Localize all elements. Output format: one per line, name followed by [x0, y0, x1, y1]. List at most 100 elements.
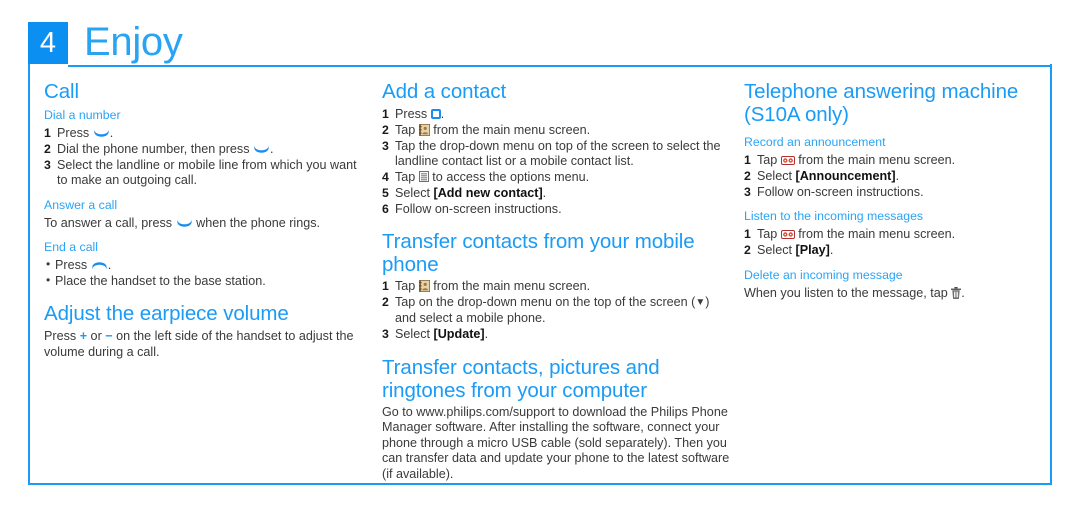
steps-add-a-contact: 1 Press . 2 Tap from the main menu screen.…: [382, 107, 730, 217]
answer-text-tail: when the phone rings.: [192, 215, 321, 230]
column-call: Call Dial a number 1 Press . 2 Dial the ph…: [30, 64, 382, 485]
bullet-dot: •: [46, 272, 51, 287]
subheading-dial-a-number: Dial a number: [44, 108, 121, 122]
paragraph-answer-a-call: To answer a call, press when the phone r…: [44, 216, 368, 231]
list-item: 3 Tap the drop-down menu on top of the sc…: [382, 139, 730, 170]
list-item: 1 Tap from the main menu screen.: [744, 227, 1042, 242]
step-text: Follow on-screen instructions.: [395, 201, 562, 216]
content-frame: Call Dial a number 1 Press . 2 Dial the ph…: [28, 64, 1052, 485]
heading-add-a-contact: Add a contact: [382, 80, 507, 103]
paragraph-delete-message: When you listen to the message, tap .: [744, 286, 1042, 301]
list-item: 2 Select [Play].: [744, 243, 1042, 258]
heading-call: Call: [44, 80, 79, 103]
subheading-answer-a-call: Answer a call: [44, 197, 118, 212]
step-text-tail: from the main menu screen.: [429, 279, 591, 294]
step-text: Tap: [757, 153, 781, 167]
delete-text: When you listen to the message, tap: [744, 285, 952, 300]
step-text: Press: [57, 126, 93, 140]
paragraph-transfer-from-computer: Go to www.philips.com/support to downloa…: [382, 404, 730, 481]
list-item: 1 Press .: [44, 126, 368, 141]
step-text-tail: .: [829, 243, 834, 258]
list-item: 2 Dial the phone number, then press .: [44, 142, 368, 157]
answering-machine-icon: [780, 228, 795, 240]
step-text-tail: .: [542, 186, 547, 201]
step-text: Tap on the drop-down menu on the top of …: [395, 295, 696, 310]
step-text-tail: .: [109, 126, 114, 140]
step-number: 3: [744, 184, 751, 199]
handset-answer-icon: [176, 218, 193, 229]
step-text: Tap: [395, 170, 419, 185]
steps-dial-a-number: 1 Press . 2 Dial the phone number, then pr…: [44, 126, 368, 189]
caret-down-icon: ▼: [695, 297, 706, 309]
step-number: 5: [382, 186, 389, 201]
column-contacts: Add a contact 1 Press . 2 Tap from the mai…: [382, 64, 744, 485]
step-text: Tap: [757, 227, 781, 242]
minus-symbol: −: [105, 329, 113, 344]
contacts-icon: [418, 123, 430, 136]
step-number: 1: [382, 279, 389, 294]
subheading-end-a-call: End a call: [44, 240, 99, 255]
heading-adjust-earpiece-volume: Adjust the earpiece volume: [44, 302, 289, 326]
menu-option-label: [Add new contact]: [433, 186, 543, 201]
subheading-delete-an-incoming-message: Delete an incoming message: [744, 267, 903, 282]
handset-answer-icon: [93, 128, 110, 139]
step-number: 1: [744, 153, 751, 167]
bullet-text: Place the handset to the base station.: [55, 273, 266, 288]
step-number: 1: [744, 227, 751, 242]
page-header: 4 Enjoy: [28, 20, 1052, 67]
step-number-badge: 4: [28, 22, 68, 64]
step-text: Select: [395, 326, 434, 341]
step-number: 2: [382, 295, 389, 310]
step-text-tail: from the main menu screen.: [794, 153, 956, 167]
step-text-tail: .: [484, 326, 489, 341]
bullets-end-a-call: • Press . • Place the handset to the base …: [44, 257, 368, 289]
list-item: • Press .: [44, 257, 368, 273]
handset-end-icon: [91, 260, 108, 271]
manual-page: 4 Enjoy Call Dial a number 1 Press . 2 Dia…: [0, 0, 1080, 510]
volume-text-2: or: [87, 329, 106, 344]
step-text: Follow on-screen instructions.: [757, 184, 924, 199]
bullet-dot: •: [46, 257, 51, 272]
heading-transfer-contacts-mobile: Transfer contacts from your mobile phone: [382, 230, 695, 277]
step-number: 1: [44, 126, 51, 140]
home-key-icon: [430, 109, 441, 119]
step-text-tail: from the main menu screen.: [794, 227, 956, 242]
list-item: 1 Tap from the main menu screen.: [382, 279, 730, 294]
contacts-icon: [418, 280, 430, 293]
column-answering-machine: Telephone answering machine (S10A only) R…: [744, 64, 1054, 485]
step-text-tail: .: [895, 168, 900, 183]
steps-listen-messages: 1 Tap from the main menu screen. 2 Select …: [744, 227, 1042, 258]
step-number: 4: [382, 170, 389, 185]
bullet-text: Press: [55, 258, 91, 273]
heading-transfer-from-computer: Transfer contacts, pictures and ringtone…: [382, 355, 660, 402]
step-text-tail: .: [270, 141, 274, 156]
volume-text-1: Press: [44, 329, 80, 344]
delete-text-tail: .: [961, 285, 965, 300]
list-item: 3 Select the landline or mobile line from…: [44, 158, 368, 189]
plus-symbol: +: [79, 329, 88, 344]
list-item: 1 Press .: [382, 107, 730, 122]
menu-option-label: [Announcement]: [795, 168, 896, 183]
list-item: 2 Tap on the drop-down menu on the top of…: [382, 295, 730, 326]
trash-icon: [951, 286, 962, 299]
heading-line-1: Telephone answering machine: [744, 80, 1019, 103]
list-item: 1 Tap from the main menu screen.: [744, 153, 1042, 168]
step-number: 3: [382, 138, 389, 153]
step-text-tail: to access the options menu.: [428, 170, 590, 185]
list-item: 3 Select [Update].: [382, 327, 730, 342]
step-text: Tap the drop-down menu on top of the scr…: [395, 138, 721, 169]
list-item: 2 Tap from the main menu screen.: [382, 123, 730, 138]
answering-machine-icon: [780, 154, 795, 165]
handset-answer-icon: [253, 144, 270, 155]
answer-text: To answer a call, press: [44, 215, 176, 230]
menu-option-label: [Play]: [795, 243, 830, 258]
list-item: 6 Follow on-screen instructions.: [382, 202, 730, 217]
page-title: Enjoy: [84, 20, 183, 64]
options-menu-icon: [418, 171, 429, 183]
bullet-text-tail: .: [107, 258, 112, 273]
step-number: 2: [744, 243, 751, 258]
steps-transfer-contacts-mobile: 1 Tap from the main menu screen. 2 Tap on …: [382, 279, 730, 342]
list-item: 5 Select [Add new contact].: [382, 186, 730, 201]
step-text: Tap: [395, 279, 419, 294]
subheading-record-an-announcement: Record an announcement: [744, 135, 886, 149]
